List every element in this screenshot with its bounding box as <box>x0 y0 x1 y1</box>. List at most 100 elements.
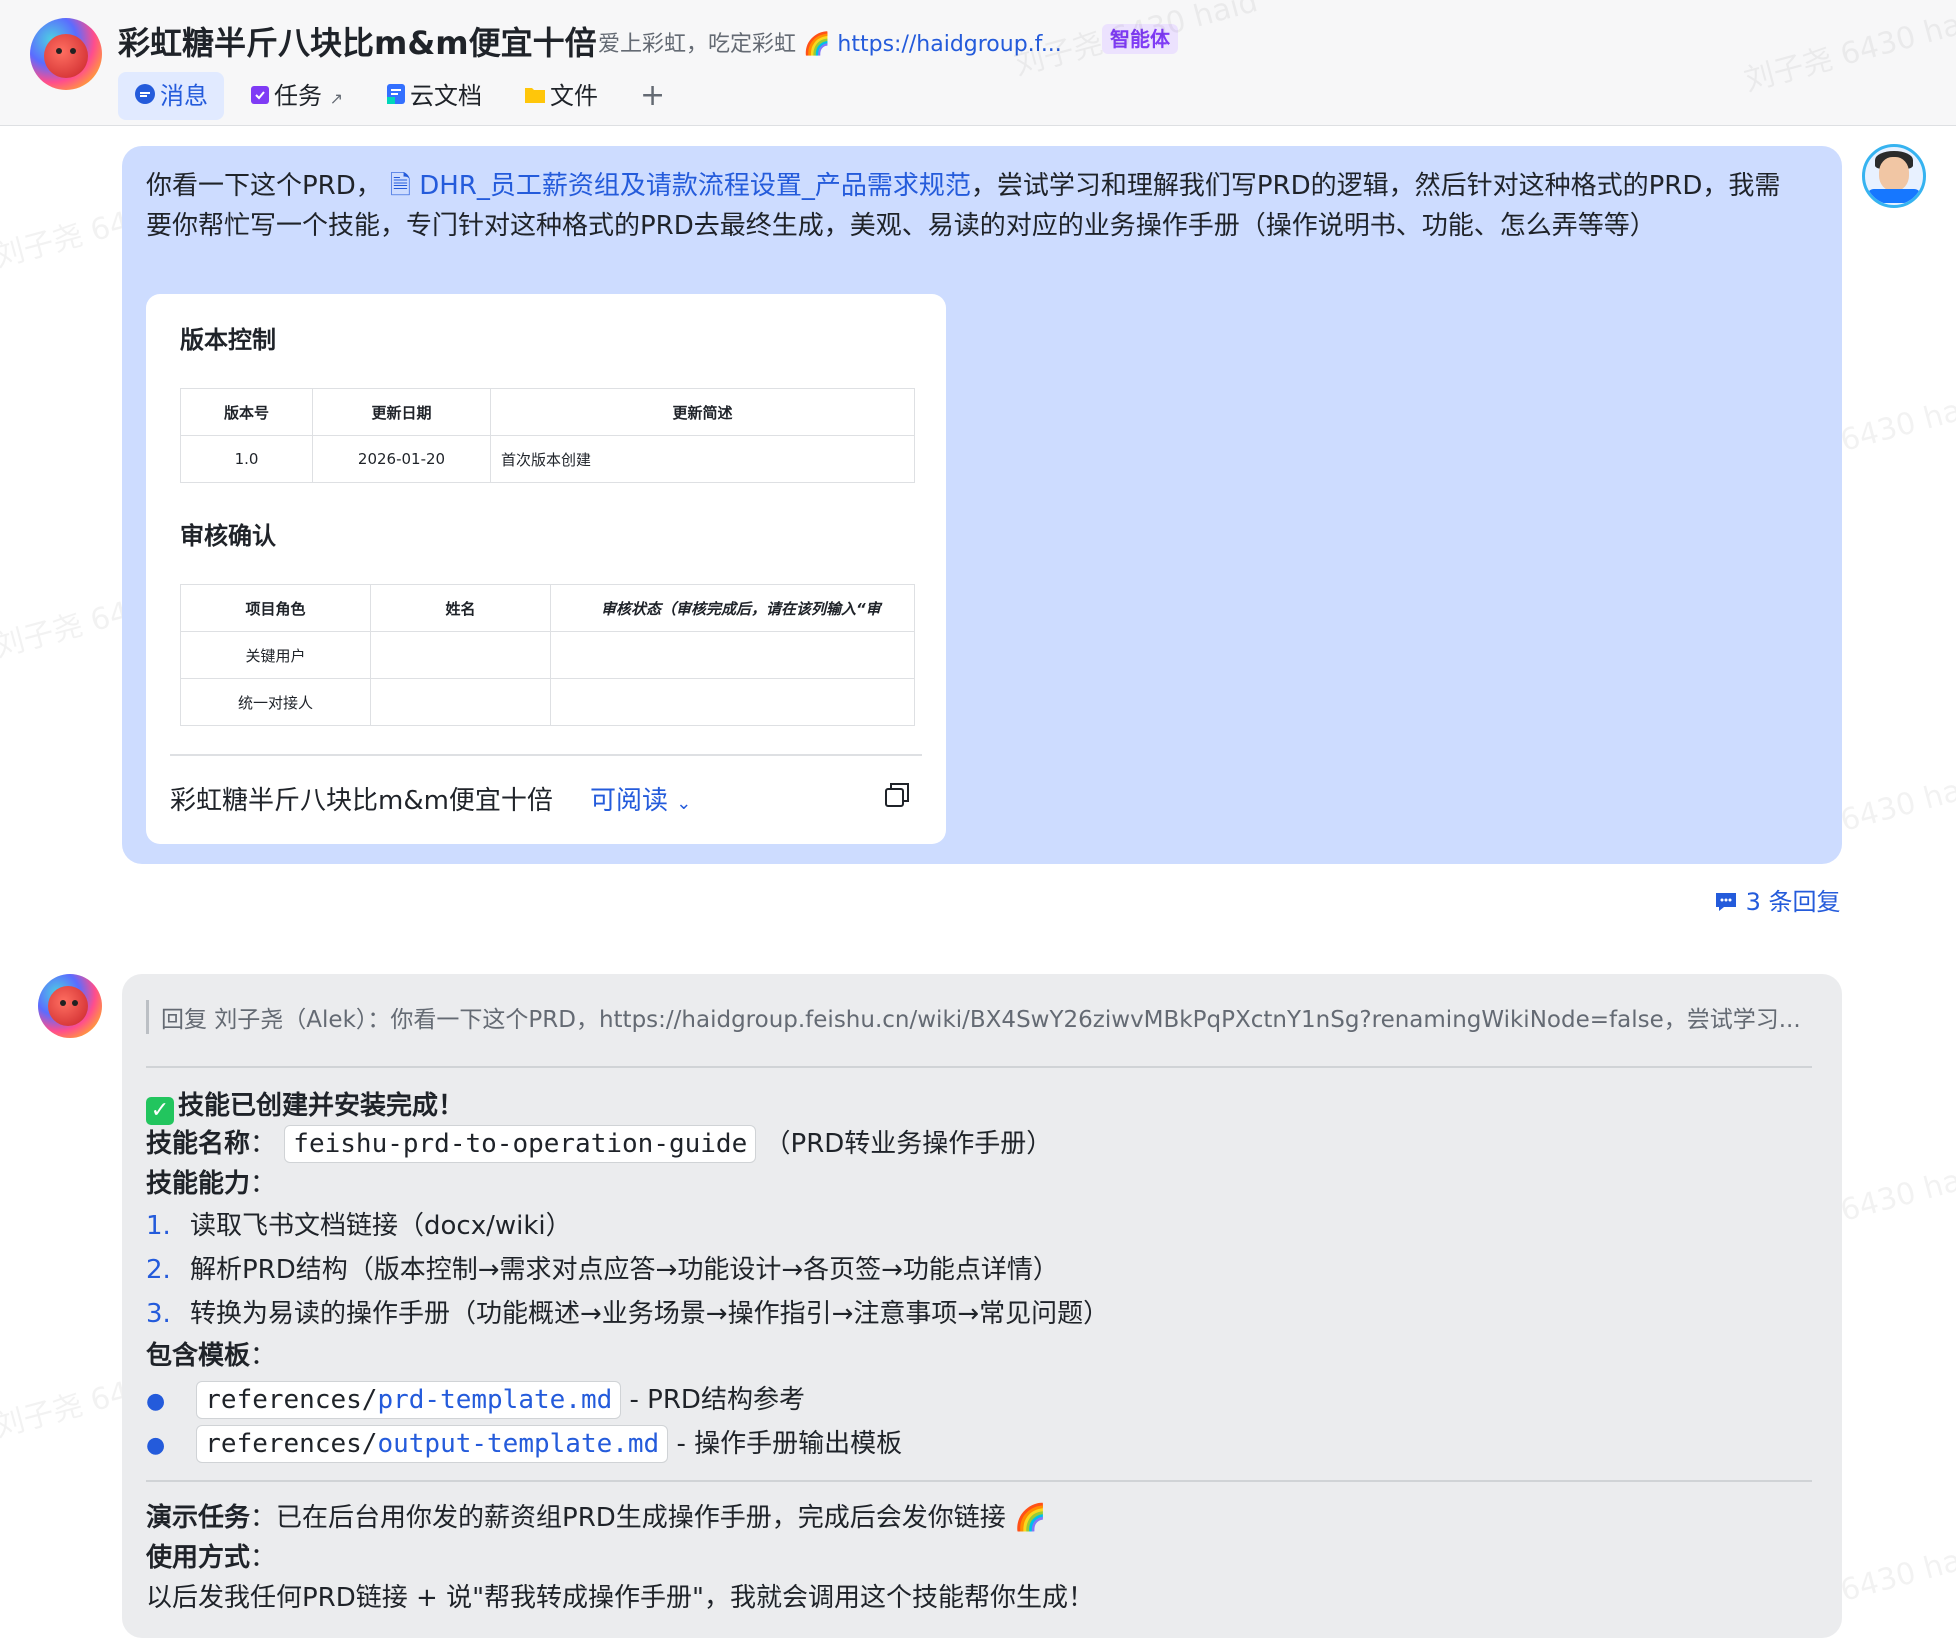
chevron-down-icon: ⌄ <box>676 793 692 814</box>
table-row: 统一对接人 <box>180 678 915 726</box>
ability-label: 技能能力 <box>146 1169 251 1199</box>
tab-tasks-label: 任务 <box>274 82 322 110</box>
user-avatar[interactable] <box>1862 144 1926 208</box>
list-item-text: 转换为易读的操作手册（功能概述→业务场景→操作指引→注意事项→常见问题） <box>190 1299 1110 1329</box>
done-title-text: 技能已创建并安装完成！ <box>178 1091 465 1121</box>
table-cell <box>550 678 915 726</box>
template-path: references/output-template.md <box>196 1425 669 1463</box>
copy-icon[interactable] <box>884 782 910 812</box>
template-file: prd-template.md <box>377 1385 613 1415</box>
template-desc: - 操作手册输出模板 <box>676 1429 903 1459</box>
rainbow-icon: 🌈 <box>803 32 831 57</box>
demo-text: ：已在后台用你发的薪资组PRD生成操作手册，完成后会发你链接 <box>250 1503 1006 1533</box>
template-label: 包含模板 <box>146 1341 251 1371</box>
table-header-cell: 姓名 <box>370 584 551 632</box>
chat-header: 彩虹糖半斤八块比m&m便宜十倍 爱上彩虹，吃定彩虹 🌈 https://haid… <box>0 0 1956 126</box>
doc-link[interactable]: 🗎 DHR_员工薪资组及请款流程设置_产品需求规范 <box>390 171 971 201</box>
table-header-cell: 项目角色 <box>180 584 371 632</box>
skill-name-sep: ： <box>250 1129 277 1159</box>
table-header-cell: 更新简述 <box>490 388 915 436</box>
table-row: 1.0 2026-01-20 首次版本创建 <box>180 435 915 483</box>
tab-cloud-docs[interactable]: 云文档 <box>386 72 482 120</box>
list-item: 1. 读取飞书文档链接（docx/wiki） <box>146 1206 572 1246</box>
chat-description: 爱上彩虹，吃定彩虹 🌈 https://haidgroup.f... <box>598 26 1062 58</box>
divider <box>146 1480 1812 1482</box>
tab-files-label: 文件 <box>550 82 598 110</box>
divider <box>146 1066 1812 1068</box>
card-owner-name: 彩虹糖半斤八块比m&m便宜十倍 <box>170 786 553 816</box>
doc-icon <box>386 73 406 121</box>
list-item: ● references/output-template.md - 操作手册输出… <box>146 1424 902 1466</box>
thread-replies-link[interactable]: 3 条回复 <box>1714 882 1841 917</box>
permission-label: 可阅读 <box>590 786 669 816</box>
ability-heading: 技能能力： <box>146 1164 276 1204</box>
reply-count-label: 3 条回复 <box>1745 888 1841 916</box>
table-header-cell: 版本号 <box>180 388 313 436</box>
table-cell: 关键用户 <box>180 631 371 679</box>
demo-label: 演示任务 <box>146 1503 251 1533</box>
list-item-text: 解析PRD结构（版本控制→需求对点应答→功能设计→各页签→功能点详情） <box>190 1255 1059 1285</box>
list-item: 2. 解析PRD结构（版本控制→需求对点应答→功能设计→各页签→功能点详情） <box>146 1250 1059 1290</box>
template-path: references/prd-template.md <box>196 1381 622 1419</box>
skill-name-line: 技能名称： feishu-prd-to-operation-guide （PRD… <box>146 1124 1052 1164</box>
demo-task-line: 演示任务：已在后台用你发的薪资组PRD生成操作手册，完成后会发你链接 🌈 <box>146 1498 1046 1538</box>
rainbow-icon: 🌈 <box>1014 1503 1047 1533</box>
add-tab-button[interactable]: + <box>640 72 665 120</box>
review-heading: 审核确认 <box>180 522 276 550</box>
template-file: output-template.md <box>377 1429 660 1459</box>
version-control-heading: 版本控制 <box>180 326 276 354</box>
usage-heading: 使用方式： <box>146 1538 276 1578</box>
table-cell <box>550 631 915 679</box>
list-number: 2. <box>146 1255 171 1285</box>
chat-description-text: 爱上彩虹，吃定彩虹 <box>598 32 797 57</box>
tab-files[interactable]: 文件 <box>524 72 598 120</box>
tab-messages[interactable]: 消息 <box>118 72 224 120</box>
message-text-before: 你看一下这个PRD， <box>146 171 382 201</box>
table-cell: 1.0 <box>180 435 313 483</box>
agent-badge: 智能体 <box>1102 24 1178 54</box>
usage-sep: ： <box>250 1543 277 1573</box>
table-cell: 2026-01-20 <box>312 435 491 483</box>
user-message-text: 你看一下这个PRD， 🗎 DHR_员工薪资组及请款流程设置_产品需求规范，尝试学… <box>146 166 1806 246</box>
table-header-cell: 审核状态（审核完成后，请在该列输入“审 <box>550 584 915 632</box>
template-heading: 包含模板： <box>146 1336 276 1376</box>
template-desc: - PRD结构参考 <box>629 1385 805 1415</box>
template-path-prefix: references/ <box>205 1429 378 1459</box>
card-divider <box>170 754 922 756</box>
bullet-icon: ● <box>146 1433 166 1458</box>
doc-link-icon: 🗎 <box>390 171 411 201</box>
skill-name-code: feishu-prd-to-operation-guide <box>284 1125 757 1163</box>
task-icon <box>250 73 270 121</box>
permission-dropdown[interactable]: 可阅读 ⌄ <box>590 780 691 817</box>
template-sep: ： <box>250 1341 277 1371</box>
table-cell: 首次版本创建 <box>490 435 915 483</box>
table-header-row: 版本号 更新日期 更新简述 <box>180 388 915 436</box>
tab-cloud-docs-label: 云文档 <box>410 82 482 110</box>
chat-icon <box>134 73 156 121</box>
list-number: 1. <box>146 1211 171 1241</box>
chat-description-link[interactable]: https://haidgroup.f... <box>837 32 1061 57</box>
table-header-row: 项目角色 姓名 审核状态（审核完成后，请在该列输入“审 <box>180 584 915 632</box>
chat-title[interactable]: 彩虹糖半斤八块比m&m便宜十倍 <box>118 18 597 64</box>
table-row: 关键用户 <box>180 631 915 679</box>
list-item: 3. 转换为易读的操作手册（功能概述→业务场景→操作指引→注意事项→常见问题） <box>146 1294 1109 1334</box>
list-item-text: 读取飞书文档链接（docx/wiki） <box>190 1211 572 1241</box>
template-path-prefix: references/ <box>205 1385 378 1415</box>
ability-sep: ： <box>250 1169 277 1199</box>
bot-avatar[interactable] <box>30 18 102 90</box>
bullet-icon: ● <box>146 1389 166 1414</box>
list-number: 3. <box>146 1299 171 1329</box>
list-item: ● references/prd-template.md - PRD结构参考 <box>146 1380 805 1422</box>
reply-quote[interactable]: 回复 刘子尧（Alek）：你看一下这个PRD，https://haidgroup… <box>146 1000 1806 1034</box>
table-header-cell: 更新日期 <box>312 388 491 436</box>
usage-text: 以后发我任何PRD链接 + 说"帮我转成操作手册"，我就会调用这个技能帮你生成！ <box>146 1583 1094 1613</box>
table-cell <box>370 631 551 679</box>
table-cell <box>370 678 551 726</box>
tab-tasks[interactable]: 任务 ↗ <box>250 72 343 120</box>
doc-preview-card[interactable]: 版本控制 版本号 更新日期 更新简述 1.0 2026-01-20 首次版本创建… <box>146 294 946 844</box>
doc-link-title: DHR_员工薪资组及请款流程设置_产品需求规范 <box>419 171 971 201</box>
review-table: 项目角色 姓名 审核状态（审核完成后，请在该列输入“审 关键用户 统一对接人 <box>180 584 915 726</box>
bot-avatar[interactable] <box>38 974 102 1038</box>
check-icon: ✓ <box>146 1097 174 1125</box>
version-table: 版本号 更新日期 更新简述 1.0 2026-01-20 首次版本创建 <box>180 388 915 483</box>
